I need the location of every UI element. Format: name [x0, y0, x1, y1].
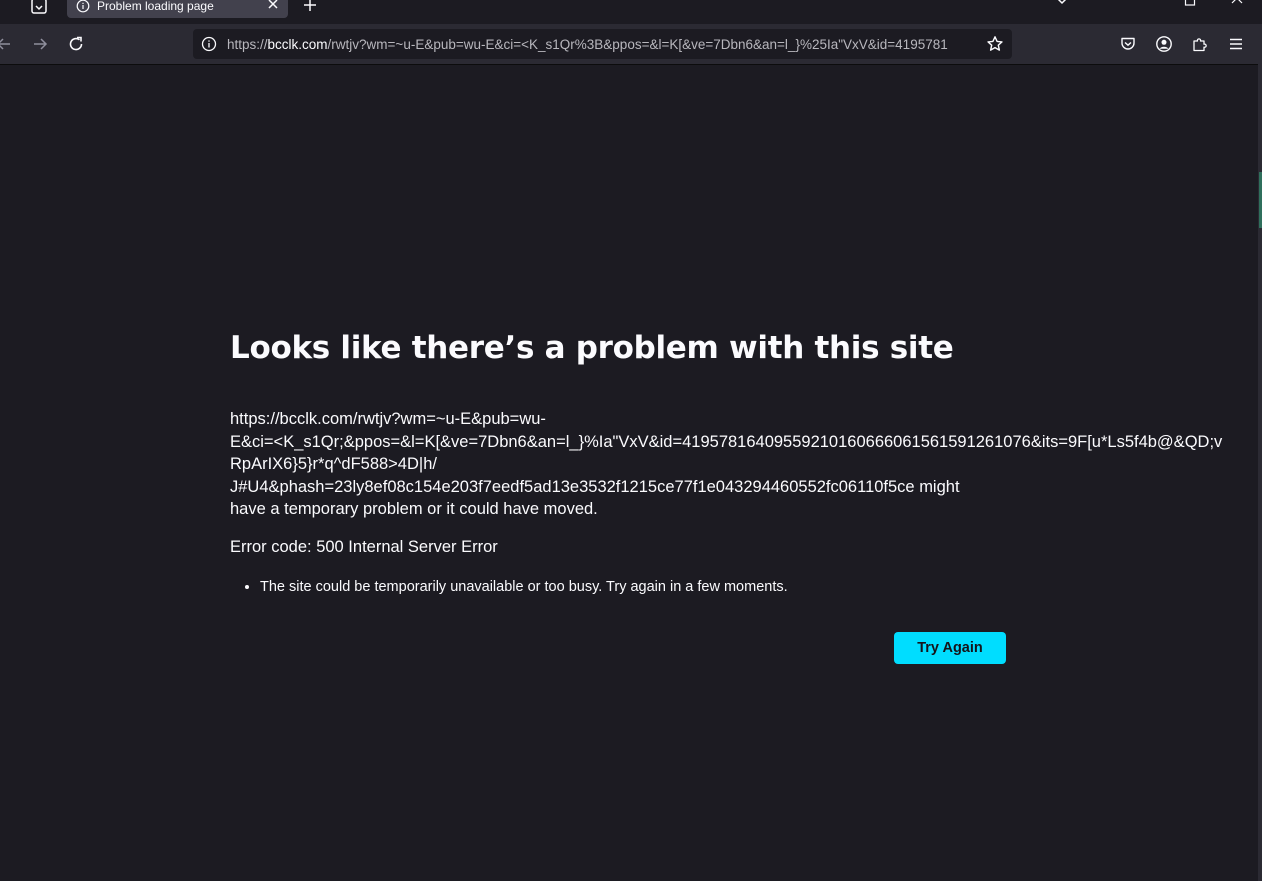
title-bar: Problem loading page	[0, 0, 1262, 24]
error-description: https://bcclk.com/rwtjv?wm=~u-E&pub=wu- …	[230, 410, 1223, 519]
suggestion-list: The site could be temporarily unavailabl…	[230, 576, 788, 598]
error-page: Looks like there’s a problem with this s…	[230, 330, 1262, 664]
close-icon[interactable]	[266, 0, 280, 11]
page-title: Looks like there’s a problem with this s…	[230, 330, 954, 366]
tab-list-icon[interactable]	[29, 0, 49, 16]
maximize-icon[interactable]	[1182, 0, 1198, 11]
reload-icon[interactable]	[66, 34, 86, 54]
url-text[interactable]: https://bcclk.com/rwtjv?wm=~u-E&pub=wu-E…	[227, 37, 977, 52]
list-item: The site could be temporarily unavailabl…	[260, 576, 788, 598]
extensions-icon[interactable]	[1190, 34, 1210, 54]
error-code: Error code: 500 Internal Server Error	[230, 538, 498, 556]
try-again-button[interactable]: Try Again	[894, 632, 1006, 664]
hamburger-menu-icon[interactable]	[1226, 34, 1246, 54]
window-close-icon[interactable]	[1229, 0, 1245, 11]
url-rest: /rwtjv?wm=~u-E&pub=wu-E&ci=<K_s1Qr%3B&pp…	[327, 36, 948, 52]
navigation-toolbar: https://bcclk.com/rwtjv?wm=~u-E&pub=wu-E…	[0, 24, 1262, 65]
chevron-down-icon[interactable]	[1054, 0, 1074, 11]
info-icon	[76, 0, 90, 13]
url-domain: bcclk.com	[267, 36, 328, 52]
url-prefix: https://	[227, 36, 268, 52]
plus-icon	[304, 0, 316, 11]
pocket-icon[interactable]	[1118, 34, 1138, 54]
back-arrow-icon[interactable]	[0, 34, 14, 54]
forward-arrow-icon[interactable]	[30, 34, 50, 54]
tab-title: Problem loading page	[97, 0, 214, 13]
minimize-icon[interactable]	[1136, 0, 1152, 11]
tab-problem-loading[interactable]: Problem loading page	[67, 0, 288, 18]
star-icon[interactable]	[986, 35, 1004, 53]
new-tab-button[interactable]	[300, 0, 320, 15]
site-info-icon[interactable]	[201, 36, 217, 52]
account-icon[interactable]	[1154, 34, 1174, 54]
address-bar[interactable]: https://bcclk.com/rwtjv?wm=~u-E&pub=wu-E…	[193, 29, 1012, 59]
